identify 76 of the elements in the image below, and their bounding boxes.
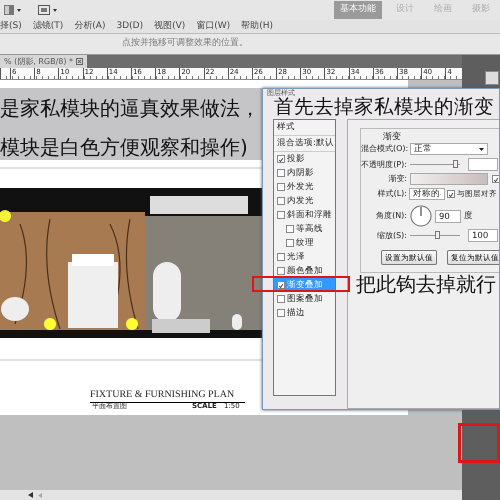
style-list-item[interactable]: 纹理	[274, 236, 335, 250]
checkbox[interactable]	[277, 197, 285, 205]
blend-options-item[interactable]: 混合选项:默认	[274, 136, 335, 152]
item-label: 纹理	[296, 236, 314, 250]
caption-text: 首先去掉家私模块的渐变	[274, 97, 494, 117]
options-hint: 点按并拖移可调整效果的位置。	[122, 37, 248, 50]
checkbox[interactable]	[277, 155, 285, 163]
unit-label: 度	[464, 210, 473, 222]
item-label: 投影	[287, 152, 305, 166]
checkbox[interactable]	[277, 267, 285, 275]
menu-item[interactable]: 帮助(H)	[241, 20, 273, 34]
item-label: 内阴影	[287, 166, 314, 180]
caption-text: 模块是白色方便观察和操作)	[0, 135, 248, 159]
field-label: 样式(L):	[376, 188, 407, 200]
angle-dial[interactable]	[410, 205, 432, 227]
style-list-item[interactable]: 投影	[274, 152, 335, 166]
checkbox[interactable]	[277, 281, 285, 289]
item-label: 描边	[287, 306, 305, 320]
list-header: 样式	[277, 121, 295, 134]
style-list-item[interactable]: 外发光	[274, 180, 335, 194]
item-label: 外发光	[287, 180, 314, 194]
angle-field[interactable]: 90	[435, 210, 461, 222]
caption-text: 把此钩去掉就行	[356, 272, 496, 296]
checkbox[interactable]	[277, 183, 285, 191]
menu-item[interactable]: 3D(D)	[116, 20, 144, 34]
gradient-swatch[interactable]	[410, 173, 488, 185]
item-label: 斜面和浮雕	[287, 208, 332, 222]
item-label: 颜色叠加	[287, 264, 323, 278]
item-label: 渐变叠加	[287, 278, 323, 292]
dropdown-value: 对称的	[413, 188, 440, 200]
screen-mode-icon[interactable]	[38, 5, 58, 15]
caption-text: 是家私模块的逼真效果做法，	[0, 96, 260, 120]
slider-thumb[interactable]	[452, 160, 458, 168]
checkbox[interactable]	[492, 175, 499, 183]
style-list-item[interactable]: 颜色叠加	[274, 264, 335, 278]
document-tab[interactable]: % (阴影, RGB/8) *	[0, 55, 88, 68]
checkbox[interactable]	[277, 309, 285, 317]
style-list-item[interactable]: 斜面和浮雕	[274, 208, 335, 222]
checkbox[interactable]	[286, 239, 294, 247]
menu-item[interactable]: 窗口(W)	[196, 20, 230, 34]
opacity-field[interactable]	[468, 158, 498, 171]
checkbox[interactable]	[447, 190, 455, 198]
field-label: 缩放(S):	[376, 230, 407, 242]
style-list-item[interactable]: 描边	[274, 306, 335, 320]
menu-item[interactable]: 视图(V)	[154, 20, 186, 34]
checkbox[interactable]	[277, 169, 285, 177]
field-label: 混合模式(O):	[361, 143, 407, 155]
style-list-item[interactable]: 图案叠加	[274, 292, 335, 306]
item-label: 光泽	[287, 250, 305, 264]
field-label: 角度(N):	[375, 210, 407, 222]
scale-field[interactable]: 100	[468, 229, 498, 242]
field-label: 不透明度(P):	[361, 158, 407, 170]
plan-title: FIXTURE & FURNISHING PLAN	[90, 387, 245, 403]
checkbox[interactable]	[277, 211, 285, 219]
checkbox[interactable]	[286, 225, 294, 233]
close-icon[interactable]	[76, 58, 84, 65]
item-label: 图案叠加	[287, 292, 323, 306]
menu-item[interactable]: 分析(A)	[74, 20, 106, 34]
layout-icon[interactable]	[4, 5, 22, 15]
checkbox[interactable]	[277, 253, 285, 261]
slider-thumb[interactable]	[434, 231, 440, 239]
style-dropdown[interactable]: 对称的	[409, 188, 445, 200]
item-label: 等高线	[296, 222, 323, 236]
menu-item[interactable]: 择(S)	[0, 20, 22, 34]
panel-button[interactable]	[485, 71, 499, 85]
checkbox[interactable]	[277, 295, 285, 303]
highlight-frame	[458, 423, 500, 463]
style-list-item[interactable]: 内阴影	[274, 166, 335, 180]
dropdown-value: 正常	[414, 142, 432, 156]
menu-item[interactable]: 滤镜(T)	[32, 20, 64, 34]
style-list-item[interactable]: 内发光	[274, 194, 335, 208]
blend-mode-dropdown[interactable]: 正常	[410, 143, 488, 155]
style-list-item[interactable]: 等高线	[274, 222, 335, 236]
style-list-item[interactable]: 光泽	[274, 250, 335, 264]
item-label: 内发光	[287, 194, 314, 208]
field-label: 渐变:	[387, 173, 407, 185]
